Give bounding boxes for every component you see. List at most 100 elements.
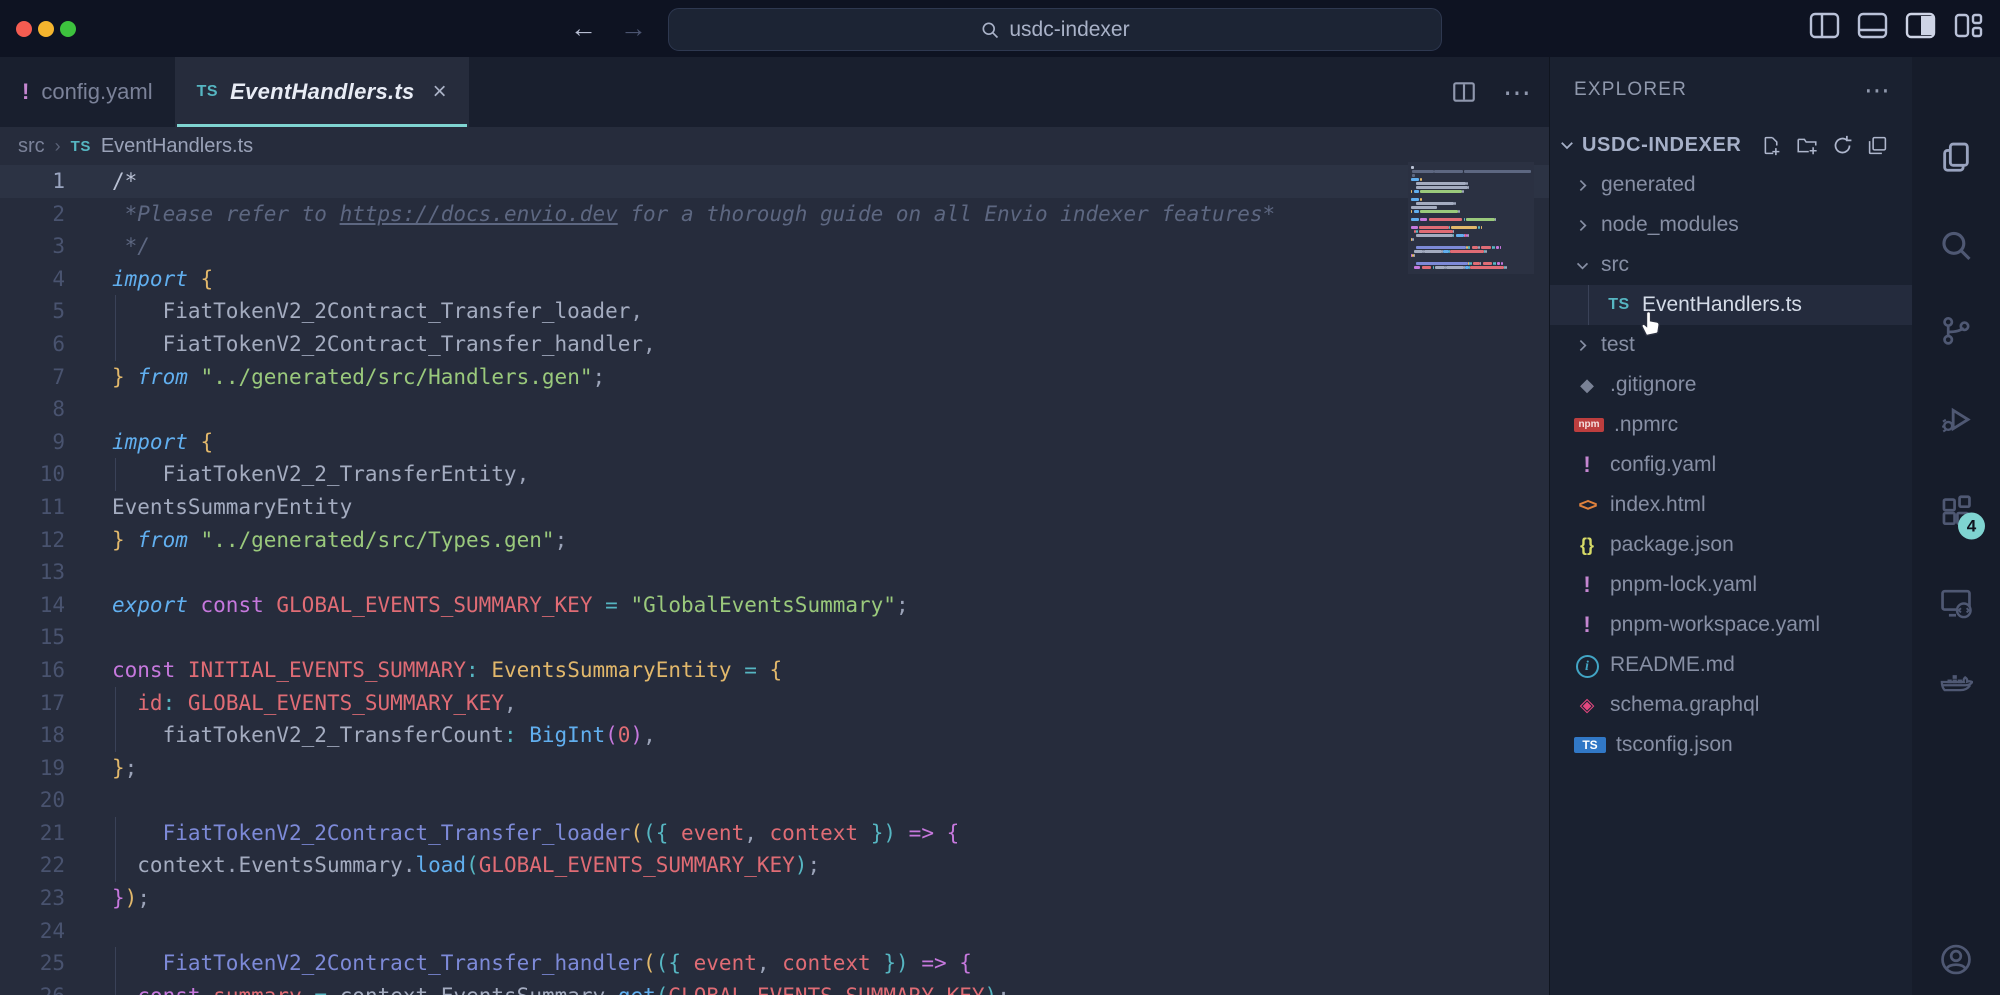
code-line[interactable]: 19}; [0, 752, 1549, 785]
code-line[interactable]: 2 *Please refer to https://docs.envio.de… [0, 198, 1549, 231]
code-token: { [770, 658, 783, 682]
minimap[interactable] [1408, 162, 1534, 274]
tree-item-package-json[interactable]: {}package.json [1550, 525, 1912, 565]
code-editor[interactable]: 1/*2 *Please refer to https://docs.envio… [0, 165, 1549, 995]
toggle-right-panel-icon[interactable] [1905, 12, 1936, 39]
code-line[interactable]: 17 id: GLOBAL_EVENTS_SUMMARY_KEY, [0, 687, 1549, 720]
source-control-icon[interactable] [1939, 314, 1973, 353]
tree-item-pnpm-workspace-yaml[interactable]: !pnpm-workspace.yaml [1550, 605, 1912, 645]
code-line[interactable]: 15 [0, 621, 1549, 654]
tree-item-eventhandlers-ts[interactable]: TSEventHandlers.ts [1550, 285, 1912, 325]
zoom-window-button[interactable] [60, 21, 76, 37]
code-line[interactable]: 4import { [0, 263, 1549, 296]
new-folder-icon[interactable] [1796, 135, 1818, 156]
search-icon[interactable] [1939, 229, 1973, 268]
breadcrumb-file[interactable]: EventHandlers.ts [101, 135, 253, 158]
code-line[interactable]: 6 FiatTokenV2_2Contract_Transfer_handler… [0, 328, 1549, 361]
code-token: ( [656, 984, 669, 995]
breadcrumb-folder[interactable]: src [18, 135, 45, 158]
code-token: const [112, 658, 175, 682]
code-line[interactable]: 8 [0, 393, 1549, 426]
more-actions-icon[interactable]: ⋯ [1503, 76, 1531, 109]
code-line[interactable]: 18 fiatTokenV2_2_TransferCount: BigInt(0… [0, 719, 1549, 752]
code-token: for a thorough guide on all Envio indexe… [618, 202, 1275, 226]
refresh-explorer-icon[interactable] [1832, 135, 1853, 156]
tree-item-test[interactable]: test [1550, 325, 1912, 365]
minimize-window-button[interactable] [38, 21, 54, 37]
tree-item-src[interactable]: src [1550, 245, 1912, 285]
run-debug-icon[interactable] [1939, 403, 1973, 442]
search-icon [980, 20, 1000, 40]
tree-item-pnpm-lock-yaml[interactable]: !pnpm-lock.yaml [1550, 565, 1912, 605]
code-token: ( [643, 951, 656, 975]
navigate-back-button[interactable]: ← [570, 11, 597, 45]
tree-item-label: generated [1601, 173, 1696, 197]
code-line[interactable]: 23}); [0, 882, 1549, 915]
new-file-icon[interactable] [1761, 135, 1782, 156]
tree-item-node-modules[interactable]: node_modules [1550, 205, 1912, 245]
split-editor-icon[interactable] [1451, 79, 1477, 105]
code-line[interactable]: 21 FiatTokenV2_2Contract_Transfer_loader… [0, 817, 1549, 850]
close-tab-icon[interactable]: × [433, 78, 447, 106]
code-line[interactable]: 12} from "../generated/src/Types.gen"; [0, 524, 1549, 557]
navigate-forward-button[interactable]: → [620, 11, 647, 45]
code-token: : [466, 658, 479, 682]
tree-item-label: config.yaml [1610, 453, 1716, 477]
code-token: . [428, 984, 441, 995]
code-line[interactable]: 1/* [0, 165, 1549, 198]
tree-item-label: tsconfig.json [1616, 733, 1733, 757]
extensions-icon[interactable]: 4 [1939, 493, 1973, 532]
code-token [896, 821, 909, 845]
tree-item-schema-graphql[interactable]: ◈schema.graphql [1550, 685, 1912, 725]
docker-icon[interactable] [1939, 668, 1973, 707]
code-line[interactable]: 14export const GLOBAL_EVENTS_SUMMARY_KEY… [0, 589, 1549, 622]
code-line[interactable]: 24 [0, 915, 1549, 948]
toggle-bottom-panel-icon[interactable] [1857, 12, 1888, 39]
command-center-search[interactable]: usdc-indexer [668, 8, 1442, 51]
code-token [770, 951, 783, 975]
line-number: 13 [0, 556, 65, 589]
toggle-left-panel-icon[interactable] [1809, 12, 1840, 39]
code-token: EventsSummaryEntity [112, 495, 352, 519]
workspace-root-row[interactable]: USDC-INDEXER [1550, 125, 1912, 165]
code-line[interactable]: 16const INITIAL_EVENTS_SUMMARY: EventsSu… [0, 654, 1549, 687]
breadcrumb[interactable]: src › TS EventHandlers.ts [0, 127, 1549, 165]
code-token [125, 528, 138, 552]
line-number: 17 [0, 687, 65, 720]
tab-config-yaml[interactable]: ! config.yaml [0, 57, 175, 127]
explorer-more-actions-icon[interactable]: ⋯ [1864, 85, 1892, 95]
code-token: } [112, 756, 125, 780]
code-line[interactable]: 22 context.EventsSummary.load(GLOBAL_EVE… [0, 849, 1549, 882]
code-token: EventsSummary [238, 853, 402, 877]
account-icon[interactable] [1939, 943, 1973, 982]
code-line[interactable]: 5 FiatTokenV2_2Contract_Transfer_loader, [0, 295, 1549, 328]
code-line[interactable]: 13 [0, 556, 1549, 589]
explorer-icon[interactable] [1939, 141, 1973, 180]
tree-item-readme-md[interactable]: iREADME.md [1550, 645, 1912, 685]
code-line[interactable]: 10 FiatTokenV2_2_TransferEntity, [0, 458, 1549, 491]
tree-item--npmrc[interactable]: npm.npmrc [1550, 405, 1912, 445]
code-line[interactable]: 20 [0, 784, 1549, 817]
tree-item-generated[interactable]: generated [1550, 165, 1912, 205]
code-line[interactable]: 3 */ [0, 230, 1549, 263]
code-line[interactable]: 26 const summary = context.EventsSummary… [0, 980, 1549, 995]
code-line[interactable]: 25 FiatTokenV2_2Contract_Transfer_handle… [0, 947, 1549, 980]
tree-item-config-yaml[interactable]: !config.yaml [1550, 445, 1912, 485]
tree-item-index-html[interactable]: <>index.html [1550, 485, 1912, 525]
code-token: FiatTokenV2_2Contract_Transfer_handler [112, 951, 643, 975]
tree-item-tsconfig-json[interactable]: TStsconfig.json [1550, 725, 1912, 765]
tab-eventhandlers-ts[interactable]: TS EventHandlers.ts × [175, 57, 469, 127]
code-line[interactable]: 7} from "../generated/src/Handlers.gen"; [0, 361, 1549, 394]
excl-file-icon: ! [1574, 612, 1600, 638]
code-line[interactable]: 11EventsSummaryEntity [0, 491, 1549, 524]
line-number: 20 [0, 784, 65, 817]
collapse-folders-icon[interactable] [1867, 135, 1888, 156]
customize-layout-icon[interactable] [1953, 12, 1984, 39]
minimap-line [1411, 170, 1531, 173]
tree-item--gitignore[interactable]: ◆.gitignore [1550, 365, 1912, 405]
remote-explorer-icon[interactable] [1939, 586, 1973, 625]
code-line[interactable]: 9import { [0, 426, 1549, 459]
code-token: https://docs.envio.dev [340, 202, 618, 226]
close-window-button[interactable] [16, 21, 32, 37]
minimap-line [1411, 198, 1531, 201]
